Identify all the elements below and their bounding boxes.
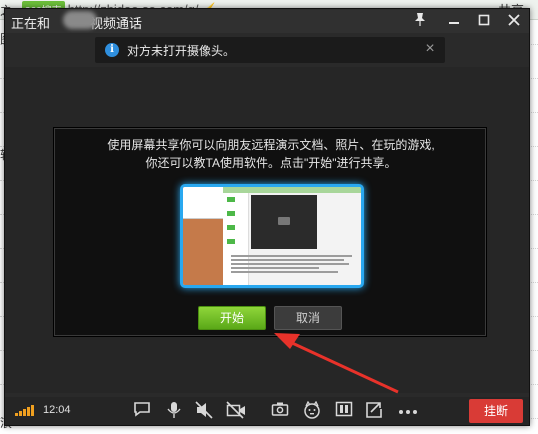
share-description-line-1: 使用屏幕共享你可以向朋友远程演示文档、照片、在玩的游戏, (107, 138, 435, 152)
emoji-icon[interactable] (301, 400, 323, 421)
maximize-icon-shape (478, 14, 490, 26)
cancel-share-button[interactable]: 取消 (274, 306, 342, 330)
title-bar[interactable]: 正在和 视频通话 (5, 9, 529, 33)
close-icon-shape (508, 14, 520, 26)
camera-off-icon-shape (226, 401, 245, 419)
pin-icon-shape (415, 13, 425, 26)
video-stage: 使用屏幕共享你可以向朋友远程演示文档、照片、在玩的游戏, 你还可以教TA使用软件… (5, 67, 529, 393)
screenshot-camera-icon[interactable] (269, 401, 291, 421)
start-share-button[interactable]: 开始 (198, 306, 266, 330)
hangup-button[interactable]: 挂断 (469, 399, 523, 423)
screen-share-preview (180, 184, 364, 288)
screenshot-camera-icon-shape (271, 402, 289, 416)
more-icon[interactable] (395, 401, 421, 421)
minimize-icon-shape (449, 22, 459, 24)
notice-close-icon[interactable]: × (421, 39, 439, 59)
signal-strength-icon (15, 404, 35, 416)
camera-off-icon[interactable] (225, 401, 247, 421)
close-icon[interactable] (503, 11, 525, 31)
blurred-contact-name (63, 11, 97, 29)
preview-text-lines (231, 255, 357, 281)
layout-icon-shape (335, 401, 353, 417)
speaker-muted-icon[interactable] (193, 401, 215, 421)
preview-top-bar (223, 187, 361, 193)
call-duration: 12:04 (43, 404, 71, 416)
pin-icon[interactable] (409, 11, 431, 31)
share-screen-icon-shape (366, 402, 382, 418)
preview-video-window (251, 195, 317, 249)
microphone-icon[interactable] (163, 401, 185, 421)
chat-icon[interactable] (131, 401, 153, 421)
minimize-icon[interactable] (443, 11, 465, 31)
call-toolbar: 12:04 挂断 (5, 397, 529, 425)
video-call-window: 正在和 视频通话 使用屏幕共享你可以向朋友远程演示文档、照片、在玩的游戏, 你还可… (4, 8, 530, 426)
microphone-icon-shape (167, 402, 181, 418)
share-screen-icon[interactable] (363, 401, 385, 421)
preview-left-panel (183, 187, 223, 285)
emoji-icon-shape (304, 400, 320, 419)
screen-share-dialog: 使用屏幕共享你可以向朋友远程演示文档、照片、在玩的游戏, 你还可以教TA使用软件… (53, 127, 487, 337)
notice-text: 对方未打开摄像头。 (127, 44, 236, 58)
window-title-suffix: 视频通话 (90, 16, 143, 31)
window-title-prefix: 正在和 (11, 16, 51, 31)
chat-icon-shape (134, 402, 150, 417)
more-icon-shape (399, 410, 417, 414)
info-icon: i (105, 43, 119, 57)
camera-off-notice: i 对方未打开摄像头。 × (95, 37, 445, 63)
share-description-line-2: 你还可以教TA使用软件。点击"开始"进行共享。 (145, 156, 397, 170)
maximize-icon[interactable] (473, 11, 495, 31)
speaker-muted-icon-shape (195, 401, 213, 419)
layout-icon[interactable] (333, 401, 355, 421)
